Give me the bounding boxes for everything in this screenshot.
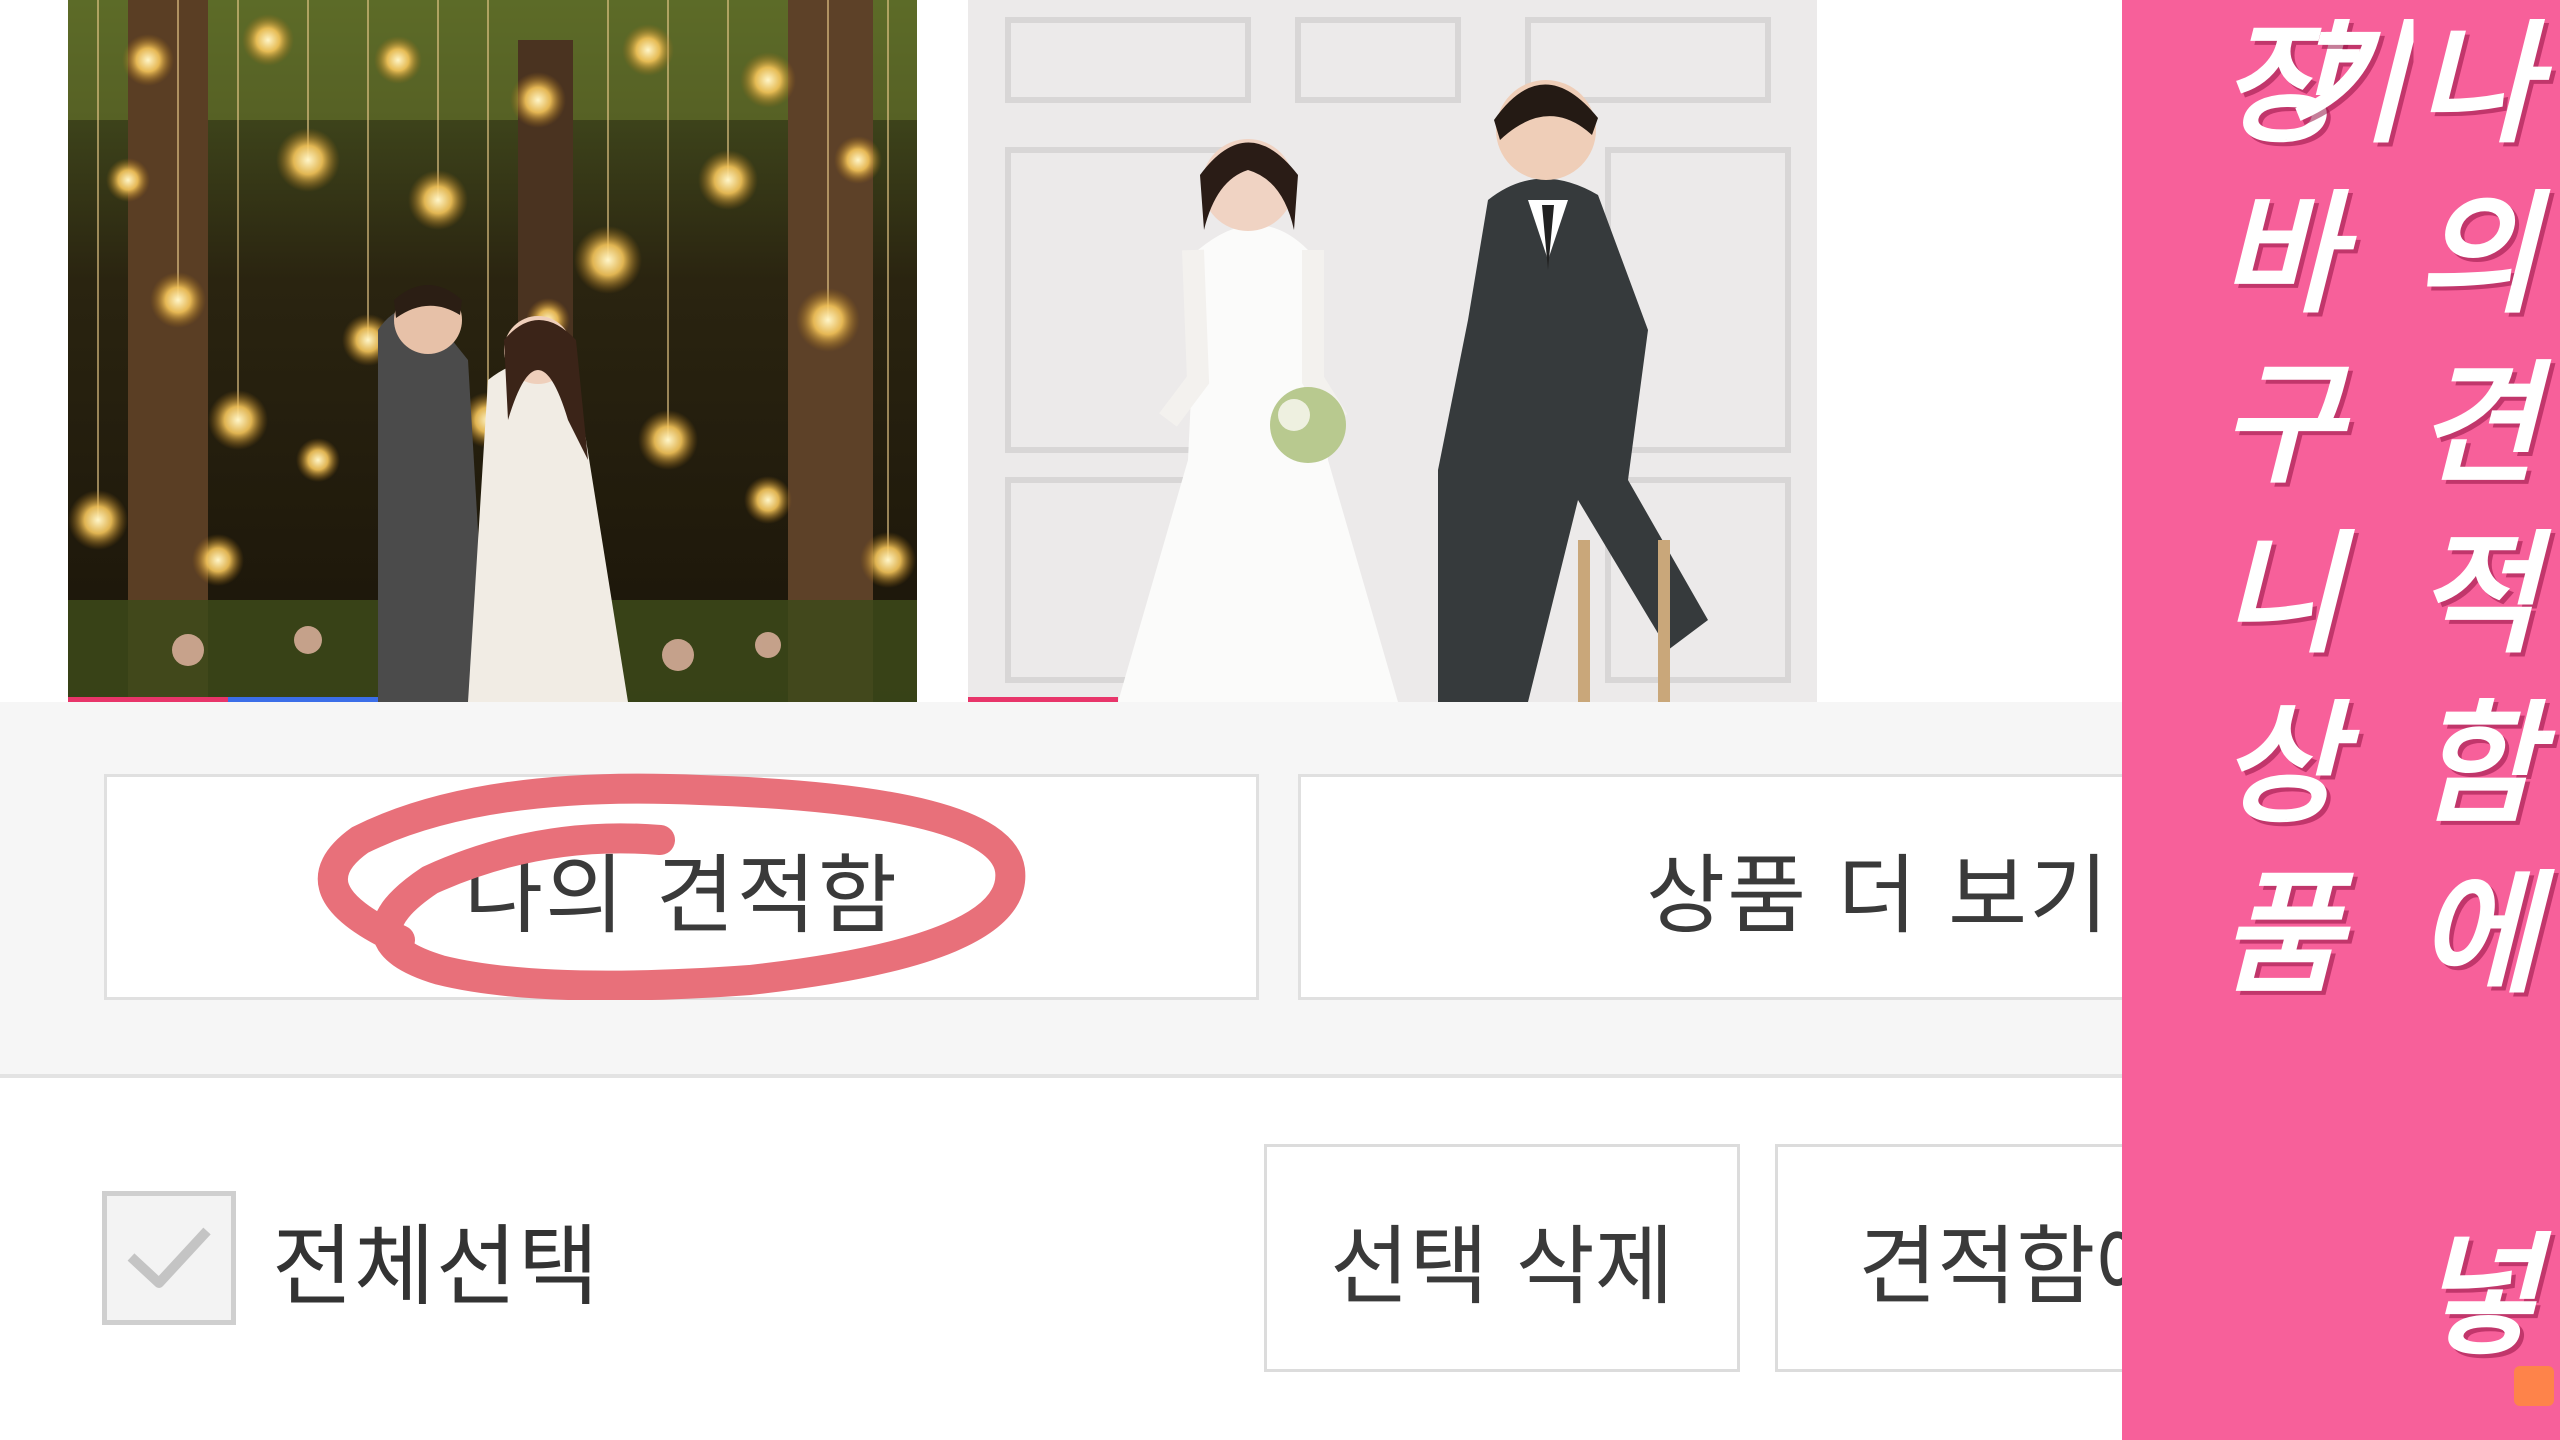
select-all-label: 전체선택 [272, 1215, 600, 1318]
my-quote-box-button[interactable]: 나의 견적함 [104, 774, 1259, 1000]
checkmark-icon [127, 1227, 211, 1288]
more-products-button[interactable]: 상품 더 보기 [1298, 774, 2178, 1000]
select-all-checkbox[interactable] [102, 1191, 236, 1325]
channel-logo-icon [2514, 1366, 2554, 1406]
forest-wedding-illustration [68, 0, 917, 702]
caption-add-to-quote: 나의견적함에 넣기 [2257, 14, 2543, 1396]
studio-wedding-illustration [968, 0, 1817, 702]
delete-selected-button[interactable]: 선택 삭제 [1264, 1144, 1740, 1372]
product-image-studio-wedding[interactable] [968, 0, 1817, 702]
product-image-forest-wedding[interactable] [68, 0, 917, 702]
quote-action-band: 나의 견적함 상품 더 보기 [0, 702, 2178, 1078]
caption-panel: 장바구니상품 나의견적함에 넣기 [2122, 0, 2560, 1440]
cart-selection-toolbar: 전체선택 선택 삭제 견적함에 넣기 [0, 1078, 2195, 1440]
